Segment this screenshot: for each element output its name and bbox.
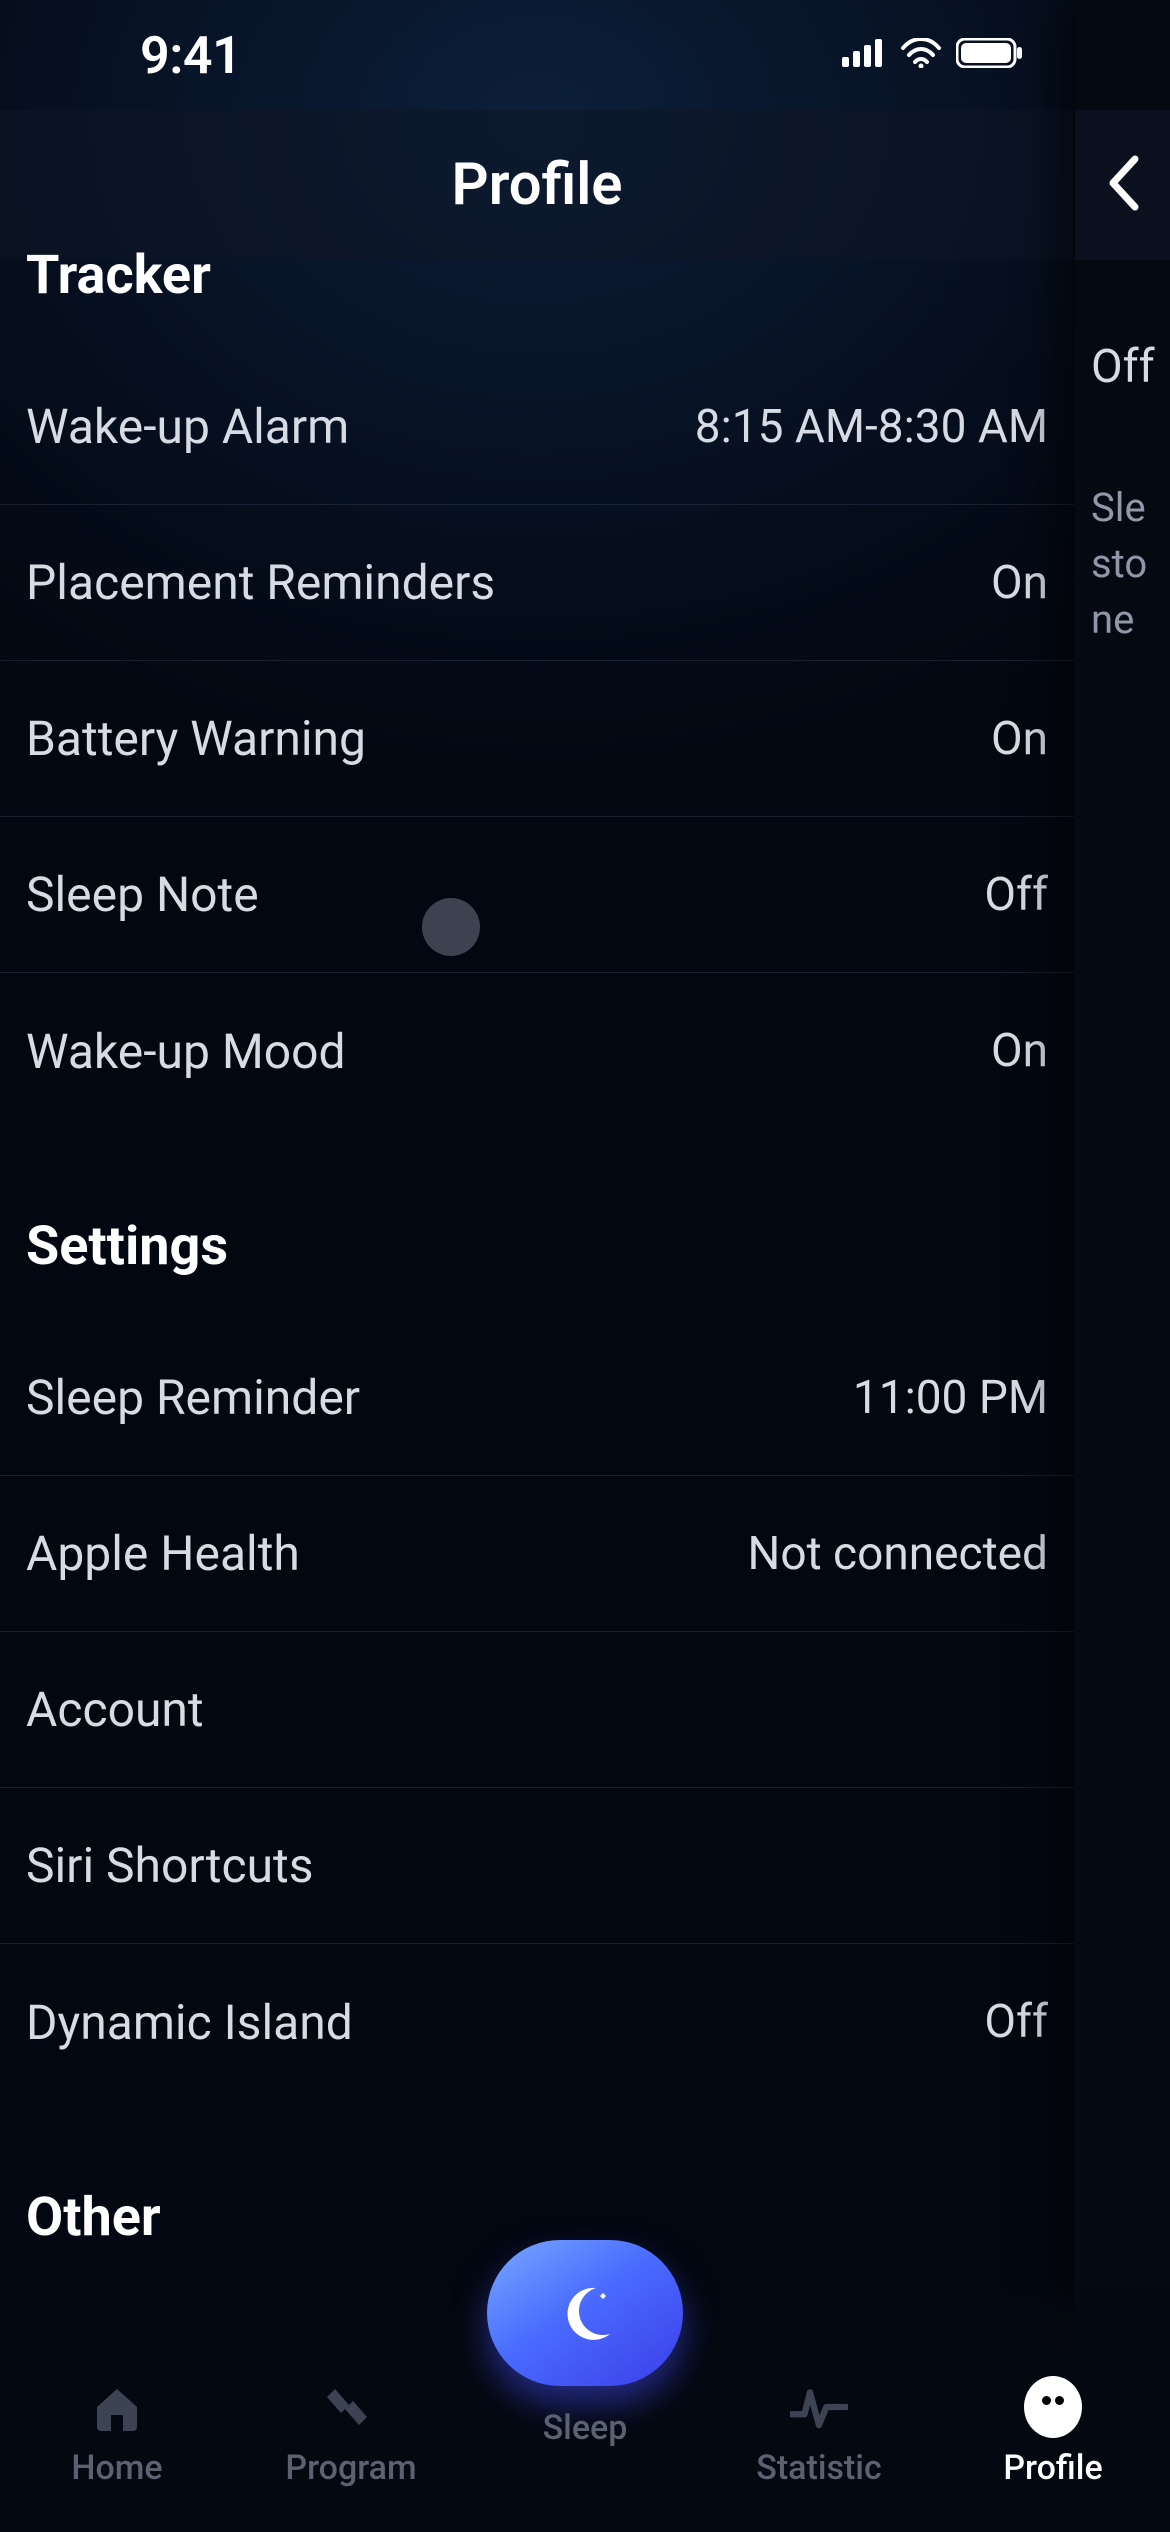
touch-indicator-icon — [422, 898, 480, 956]
settings-list[interactable]: Tracker Wake-up Alarm 8:15 AM-8:30 AM Pl… — [0, 260, 1074, 2532]
tab-label: Sleep — [543, 2408, 628, 2448]
row-label: Apple Health — [26, 1525, 300, 1582]
profile-main-panel: 9:41 Profile Tracker Wake-up A — [0, 0, 1074, 2532]
detail-sheet-description: Sle sto ne — [1091, 480, 1147, 648]
row-value: Off — [984, 868, 1048, 922]
row-value: 11:00 PM — [853, 1371, 1048, 1425]
program-icon — [322, 2378, 380, 2436]
row-value: 8:15 AM-8:30 AM — [695, 400, 1048, 454]
tab-label: Statistic — [756, 2448, 881, 2488]
row-label: Wake-up Alarm — [26, 398, 349, 455]
nav-header: Profile — [0, 110, 1074, 260]
row-battery-warning[interactable]: Battery Warning On — [0, 661, 1074, 817]
tab-profile[interactable]: Profile — [936, 2378, 1170, 2488]
status-indicators — [842, 38, 1024, 72]
row-label: Placement Reminders — [26, 554, 495, 611]
row-label: Battery Warning — [26, 710, 366, 767]
profile-icon — [1024, 2378, 1082, 2436]
row-value: On — [991, 712, 1048, 766]
row-label: Wake-up Mood — [26, 1023, 346, 1080]
tab-sleep[interactable]: Sleep — [468, 2290, 702, 2488]
row-label: Sleep Note — [26, 866, 259, 923]
tab-home[interactable]: Home — [0, 2378, 234, 2488]
page-title: Profile — [451, 151, 622, 219]
tab-label: Program — [285, 2448, 416, 2488]
tab-statistic[interactable]: Statistic — [702, 2378, 936, 2488]
status-time: 9:41 — [140, 25, 241, 86]
row-label: Sleep Reminder — [26, 1369, 360, 1426]
cellular-icon — [842, 39, 886, 71]
back-icon[interactable] — [1105, 153, 1141, 217]
row-value: Off — [984, 1995, 1048, 2049]
detail-sheet-value: Off — [1091, 340, 1155, 394]
tab-label: Profile — [1003, 2448, 1102, 2488]
row-value: Not connected — [748, 1527, 1048, 1581]
statistic-icon — [790, 2378, 848, 2436]
tab-label: Home — [71, 2448, 162, 2488]
row-wake-up-mood[interactable]: Wake-up Mood On — [0, 973, 1074, 1129]
section-header-settings: Settings — [0, 1215, 1074, 1278]
row-label: Dynamic Island — [26, 1994, 353, 2051]
status-bar: 9:41 — [0, 0, 1074, 110]
row-wake-up-alarm[interactable]: Wake-up Alarm 8:15 AM-8:30 AM — [0, 349, 1074, 505]
row-value: On — [991, 1024, 1048, 1078]
row-apple-health[interactable]: Apple Health Not connected — [0, 1476, 1074, 1632]
row-dynamic-island[interactable]: Dynamic Island Off — [0, 1944, 1074, 2100]
row-label: Account — [26, 1681, 204, 1738]
battery-icon — [956, 38, 1024, 72]
row-sleep-note[interactable]: Sleep Note Off — [0, 817, 1074, 973]
row-label: Siri Shortcuts — [26, 1837, 314, 1894]
wifi-icon — [900, 38, 942, 72]
section-header-tracker: Tracker — [0, 244, 1074, 307]
home-icon — [88, 2378, 146, 2436]
sleep-icon — [487, 2240, 683, 2386]
tab-bar: Home Program Sleep Statistic — [0, 2272, 1170, 2532]
row-account[interactable]: Account — [0, 1632, 1074, 1788]
detail-sheet-header — [1075, 110, 1170, 260]
row-value: On — [991, 556, 1048, 610]
detail-sheet-peek[interactable]: Off Sle sto ne — [1074, 0, 1170, 2532]
row-sleep-reminder[interactable]: Sleep Reminder 11:00 PM — [0, 1320, 1074, 1476]
row-placement-reminders[interactable]: Placement Reminders On — [0, 505, 1074, 661]
tab-program[interactable]: Program — [234, 2378, 468, 2488]
row-siri-shortcuts[interactable]: Siri Shortcuts — [0, 1788, 1074, 1944]
